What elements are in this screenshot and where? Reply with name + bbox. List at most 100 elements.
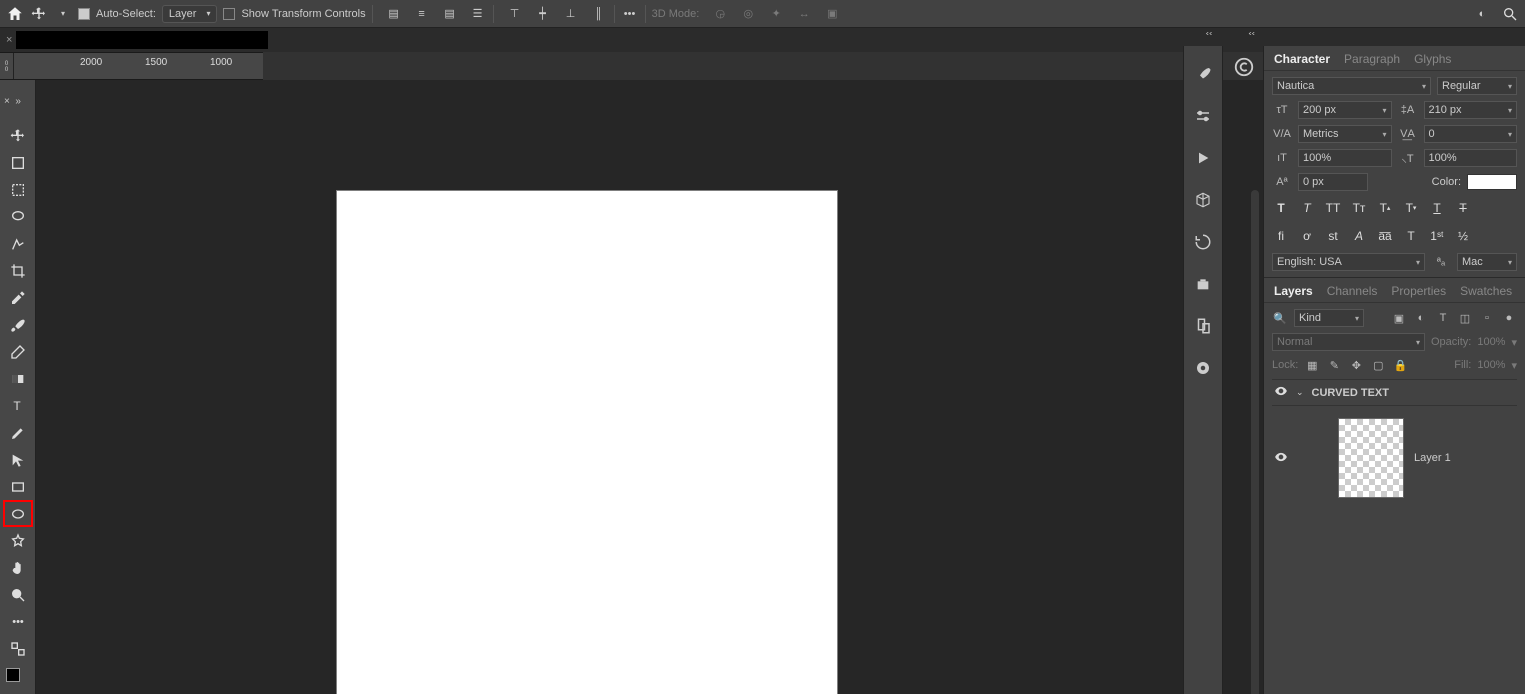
collapse-panels-right-icon[interactable]: ‹‹ (1248, 30, 1255, 38)
color-wheel-icon[interactable] (1193, 358, 1213, 378)
edit-toolbar-icon[interactable] (3, 635, 33, 662)
vscale-field[interactable]: 100% (1298, 149, 1392, 167)
filter-adjust-icon[interactable]: ◐ (1413, 310, 1429, 326)
lock-pixels-icon[interactable]: ✎ (1326, 357, 1342, 373)
device-preview-icon[interactable] (1193, 316, 1213, 336)
font-size-field[interactable]: 200 px▾ (1298, 101, 1392, 119)
kerning-dropdown[interactable]: Metrics▾ (1298, 125, 1392, 143)
foreground-color-swatch[interactable] (6, 668, 20, 682)
copyright-indicator-icon[interactable] (1233, 56, 1255, 81)
fill-value[interactable]: 100% (1477, 359, 1505, 371)
leading-field[interactable]: 210 px▾ (1424, 101, 1518, 119)
lock-position-icon[interactable]: ✥ (1348, 357, 1364, 373)
layer-group-row[interactable]: ⌄ CURVED TEXT (1272, 379, 1517, 406)
gradient-tool[interactable] (3, 365, 33, 392)
move-tool-icon[interactable] (30, 5, 48, 23)
allcaps-icon[interactable]: TT (1324, 199, 1342, 217)
quick-select-tool[interactable] (3, 230, 33, 257)
chevron-down-icon[interactable]: ⌄ (1296, 387, 1304, 398)
filter-shape-icon[interactable]: ◫ (1457, 310, 1473, 326)
tab-swatches[interactable]: Swatches (1460, 284, 1512, 298)
filter-pixel-icon[interactable]: ▣ (1391, 310, 1407, 326)
faux-bold-icon[interactable]: T (1272, 199, 1290, 217)
tab-character[interactable]: Character (1274, 52, 1330, 66)
filter-smart-icon[interactable]: ▫ (1479, 310, 1495, 326)
align-right-icon[interactable]: ▤ (441, 5, 459, 23)
adjustments-icon[interactable] (1193, 106, 1213, 126)
font-family-dropdown[interactable]: Nautica▾ (1272, 77, 1431, 95)
move-tool[interactable] (3, 122, 33, 149)
superscript-icon[interactable]: T▴ (1376, 199, 1394, 217)
tab-layers[interactable]: Layers (1274, 284, 1313, 298)
antialias-dropdown[interactable]: Mac▾ (1457, 253, 1517, 271)
eyedropper-tool[interactable] (3, 284, 33, 311)
visibility-toggle-icon[interactable] (1274, 450, 1288, 467)
close-tab-icon[interactable]: × (6, 34, 12, 46)
history-icon[interactable] (1193, 232, 1213, 252)
filter-search-icon[interactable]: 🔍 (1272, 310, 1288, 326)
align-justify-icon[interactable]: ☰ (469, 5, 487, 23)
align-left-icon[interactable]: ▤ (385, 5, 403, 23)
layer-group-name[interactable]: CURVED TEXT (1312, 387, 1389, 399)
ligatures-icon[interactable]: fi (1272, 227, 1290, 245)
faux-italic-icon[interactable]: T (1298, 199, 1316, 217)
fractions-icon[interactable]: ½ (1454, 227, 1472, 245)
rectangle-tool[interactable] (3, 473, 33, 500)
tab-glyphs[interactable]: Glyphs (1414, 52, 1451, 66)
eraser-tool[interactable] (3, 338, 33, 365)
align-top-icon[interactable]: ⊤ (506, 5, 524, 23)
hand-tool[interactable] (3, 554, 33, 581)
tab-properties[interactable]: Properties (1391, 284, 1446, 298)
text-color-swatch[interactable] (1467, 174, 1517, 190)
lock-transparency-icon[interactable]: ▦ (1304, 357, 1320, 373)
titling-alt-icon[interactable]: T (1402, 227, 1420, 245)
zoom-tool[interactable] (3, 581, 33, 608)
collapse-panels-left-icon[interactable]: ‹‹ (1206, 30, 1213, 38)
dropdown-caret-icon[interactable]: ▾ (54, 5, 72, 23)
more-tools-icon[interactable]: ••• (3, 608, 33, 635)
opacity-value[interactable]: 100% (1477, 336, 1505, 348)
baseline-field[interactable]: 0 px (1298, 173, 1368, 191)
type-tool[interactable]: T (3, 392, 33, 419)
3d-panel-icon[interactable] (1193, 190, 1213, 210)
tab-paragraph[interactable]: Paragraph (1344, 52, 1400, 66)
lasso-tool[interactable] (3, 203, 33, 230)
align-bottom-icon[interactable]: ⊥ (562, 5, 580, 23)
language-dropdown[interactable]: English: USA▾ (1272, 253, 1425, 271)
libraries-icon[interactable] (1193, 274, 1213, 294)
discretionary-icon[interactable]: st (1324, 227, 1342, 245)
lock-all-icon[interactable]: 🔒 (1392, 357, 1408, 373)
tab-channels[interactable]: Channels (1327, 284, 1378, 298)
home-icon[interactable] (6, 5, 24, 23)
search-icon[interactable] (1501, 5, 1519, 23)
tracking-field[interactable]: 0▾ (1424, 125, 1518, 143)
layer-thumbnail[interactable] (1338, 418, 1404, 498)
canvas-area[interactable] (36, 80, 1263, 694)
ellipse-tool[interactable] (3, 500, 33, 527)
auto-select-target-dropdown[interactable]: Layer▾ (162, 5, 218, 23)
layer-name[interactable]: Layer 1 (1414, 452, 1451, 464)
align-vcenter-icon[interactable]: ┿ (534, 5, 552, 23)
ordinals-icon[interactable]: 1ˢᵗ (1428, 227, 1446, 245)
show-transform-checkbox[interactable] (223, 8, 235, 20)
vertical-scrollbar[interactable] (1251, 190, 1259, 694)
stylistic-alt-icon[interactable]: a͞a (1376, 227, 1394, 245)
blend-mode-dropdown[interactable]: Normal▾ (1272, 333, 1425, 351)
artboard[interactable] (336, 190, 838, 694)
horizontal-ruler[interactable]: 00 2000 1500 1000 500 0 500 1000 1500 20… (0, 52, 263, 80)
filter-kind-dropdown[interactable]: Kind▾ (1294, 309, 1364, 327)
layer-row[interactable]: Layer 1 (1272, 412, 1517, 504)
crop-tool[interactable] (3, 257, 33, 284)
filter-type-icon[interactable]: T (1435, 310, 1451, 326)
underline-icon[interactable]: T (1428, 199, 1446, 217)
filter-toggle-icon[interactable]: ● (1501, 310, 1517, 326)
brush-tool[interactable] (3, 311, 33, 338)
path-select-tool[interactable] (3, 446, 33, 473)
swash-icon[interactable]: A (1350, 227, 1368, 245)
cloud-docs-icon[interactable]: ◐ (1473, 5, 1491, 23)
hscale-field[interactable]: 100% (1424, 149, 1518, 167)
smallcaps-icon[interactable]: Tᴛ (1350, 199, 1368, 217)
pen-tool[interactable] (3, 419, 33, 446)
brush-settings-icon[interactable] (1193, 64, 1213, 84)
marquee-tool[interactable] (3, 176, 33, 203)
